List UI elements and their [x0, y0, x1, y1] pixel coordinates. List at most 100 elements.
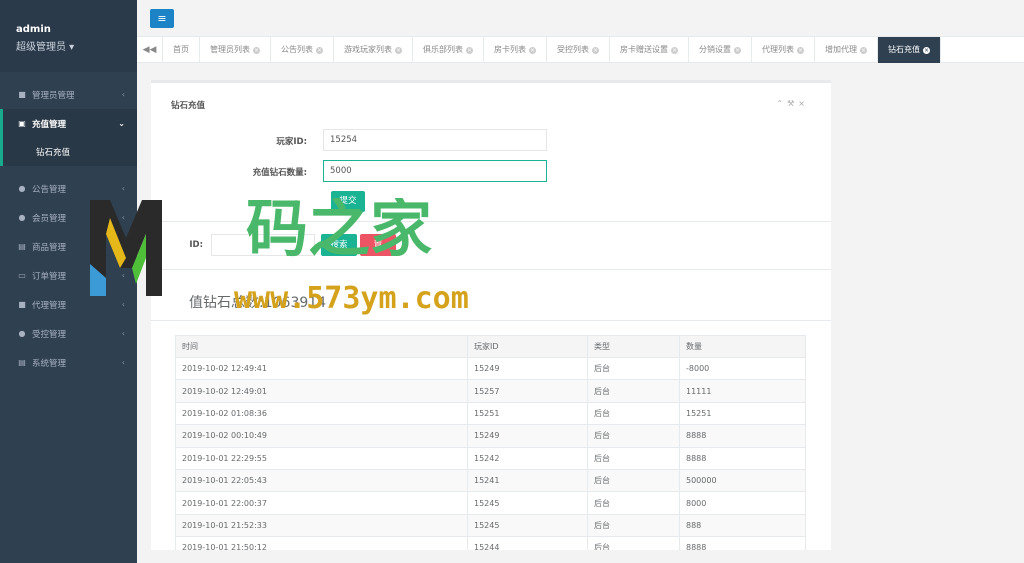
tab-agent-list[interactable]: 代理列表 ×: [752, 37, 815, 63]
tab-club-list[interactable]: 俱乐部列表 ×: [413, 37, 484, 63]
sidebar-item-member[interactable]: ● 会员管理 ‹: [0, 203, 137, 232]
cell-time: 2019-10-02 00:10:49: [175, 424, 468, 448]
cell-time: 2019-10-01 21:52:33: [175, 513, 468, 538]
cell-amount: 500000: [679, 468, 806, 493]
cell-time: 2019-10-01 21:50:12: [175, 536, 468, 550]
tab-scroll-left-button[interactable]: ◀◀: [137, 37, 163, 63]
table-row: 2019-10-01 21:50:12 15244 后台 8888: [175, 536, 806, 550]
close-icon[interactable]: ×: [671, 47, 678, 54]
close-icon[interactable]: ×: [395, 47, 402, 54]
cell-time: 2019-10-01 22:00:37: [175, 491, 468, 515]
sidebar-subitem-diamond-recharge[interactable]: 钻石充值: [0, 138, 137, 166]
cell-player-id: 15245: [467, 513, 588, 538]
tab-control-list[interactable]: 受控列表 ×: [547, 37, 610, 63]
divider: [151, 269, 831, 270]
table-row: 2019-10-02 01:08:36 15251 后台 15251: [175, 401, 806, 426]
sidebar-item-label: 管理员管理: [32, 90, 75, 101]
cell-player-id: 15241: [467, 468, 588, 493]
hamburger-icon: ≡: [157, 12, 167, 25]
collapse-icon[interactable]: ⌃: [776, 99, 787, 108]
sidebar-item-label: 订单管理: [32, 271, 67, 282]
tab-home[interactable]: 首页: [163, 37, 200, 63]
tab-label: 俱乐部列表: [423, 45, 463, 54]
player-id-input[interactable]: 15254: [323, 129, 547, 151]
chevron-left-icon: ‹: [121, 213, 125, 222]
table-row: 2019-10-02 12:49:01 15257 后台 11111: [175, 379, 806, 403]
tab-admin-list[interactable]: 管理员列表 ×: [200, 37, 271, 63]
chevron-left-icon: ‹: [121, 271, 125, 280]
card-icon: ▭: [18, 271, 26, 280]
tab-label: 游戏玩家列表: [344, 45, 392, 54]
menu-toggle-button[interactable]: ≡: [150, 9, 174, 28]
close-icon[interactable]: ×: [860, 47, 867, 54]
sidebar-item-label: 商品管理: [32, 242, 67, 253]
close-icon[interactable]: ×: [734, 47, 741, 54]
sidebar-item-label: 系统管理: [32, 358, 67, 369]
tab-card-gift-settings[interactable]: 房卡赠送设置 ×: [610, 37, 689, 63]
close-icon[interactable]: ×: [798, 99, 809, 108]
user-role-dropdown[interactable]: 超级管理员 ▾: [16, 38, 137, 53]
recharge-panel: 钻石充值 ⌃⚒× 玩家ID: 15254 充值钻石数量: 5000 提交 ID:…: [151, 80, 831, 550]
sidebar-item-goods[interactable]: ▤ 商品管理 ‹: [0, 232, 137, 261]
diamond-total: 值钻石总数:1063914: [189, 295, 327, 311]
cell-player-id: 15257: [467, 379, 588, 403]
search-button[interactable]: 搜索: [321, 234, 357, 256]
sidebar-item-label: 公告管理: [32, 184, 67, 195]
cell-time: 2019-10-02 12:49:01: [175, 379, 468, 403]
column-header-player-id: 玩家ID: [467, 335, 588, 358]
tab-label: 增加代理: [825, 45, 857, 54]
cell-type: 后台: [587, 356, 680, 381]
cell-amount: 11111: [679, 379, 806, 403]
sidebar: admin 超级管理员 ▾ ■ 管理员管理 ‹ ▣ 充值管理 ⌄ 钻石充值 ● …: [0, 0, 137, 563]
column-header-type: 类型: [587, 335, 680, 358]
table-row: 2019-10-01 22:29:55 15242 后台 8888: [175, 446, 806, 470]
sidebar-item-control[interactable]: ● 受控管理 ‹: [0, 319, 137, 348]
close-icon[interactable]: ×: [592, 47, 599, 54]
amount-label: 充值钻石数量:: [252, 168, 307, 178]
tab-label: 代理列表: [762, 45, 794, 54]
tab-label: 受控列表: [557, 45, 589, 54]
cell-player-id: 15244: [467, 536, 588, 550]
tab-diamond-recharge[interactable]: 钻石充值 ×: [878, 37, 941, 63]
cell-type: 后台: [587, 536, 680, 550]
search-id-input[interactable]: [211, 234, 315, 256]
close-icon[interactable]: ×: [253, 47, 260, 54]
sidebar-item-system[interactable]: ▤ 系统管理 ‹: [0, 348, 137, 377]
table-row: 2019-10-02 00:10:49 15249 后台 8888: [175, 424, 806, 448]
money-icon: ▣: [18, 119, 26, 128]
tab-distribution-settings[interactable]: 分销设置 ×: [689, 37, 752, 63]
table-row: 2019-10-01 22:00:37 15245 后台 8000: [175, 491, 806, 515]
tab-notice-list[interactable]: 公告列表 ×: [271, 37, 334, 63]
tab-card-list[interactable]: 房卡列表 ×: [484, 37, 547, 63]
sidebar-item-agent[interactable]: ■ 代理管理 ‹: [0, 290, 137, 319]
sidebar-item-admin[interactable]: ■ 管理员管理 ‹: [0, 80, 137, 109]
sidebar-item-order[interactable]: ▭ 订单管理 ‹: [0, 261, 137, 290]
submit-button[interactable]: 提交: [331, 191, 365, 212]
diamond-amount-input[interactable]: 5000: [323, 160, 547, 182]
close-icon[interactable]: ×: [923, 47, 930, 54]
reset-button[interactable]: 置: [360, 234, 396, 256]
chevron-left-icon: ‹: [121, 242, 125, 251]
close-icon[interactable]: ×: [316, 47, 323, 54]
close-icon[interactable]: ×: [529, 47, 536, 54]
user-profile: admin 超级管理员 ▾: [0, 0, 137, 72]
tab-add-agent[interactable]: 增加代理 ×: [815, 37, 878, 63]
chevron-left-icon: ‹: [121, 90, 125, 99]
sidebar-item-notice[interactable]: ● 公告管理 ‹: [0, 174, 137, 203]
table-header-row: 时间 玩家ID 类型 数量: [175, 335, 806, 358]
tab-player-list[interactable]: 游戏玩家列表 ×: [334, 37, 413, 63]
close-icon[interactable]: ×: [797, 47, 804, 54]
table-row: 2019-10-02 12:49:41 15249 后台 -8000: [175, 356, 806, 381]
tab-label: 公告列表: [281, 45, 313, 54]
close-icon[interactable]: ×: [466, 47, 473, 54]
panel-tools: ⌃⚒×: [776, 99, 809, 108]
top-bar: ≡: [137, 0, 1024, 37]
wrench-icon[interactable]: ⚒: [787, 99, 798, 108]
user-icon: ●: [18, 213, 26, 222]
search-id-label: ID:: [189, 240, 203, 250]
chevron-down-icon: ⌄: [118, 119, 125, 128]
sidebar-item-label: 会员管理: [32, 213, 67, 224]
table-row: 2019-10-01 22:05:43 15241 后台 500000: [175, 468, 806, 493]
cell-type: 后台: [587, 446, 680, 470]
sidebar-item-recharge[interactable]: ▣ 充值管理 ⌄: [0, 109, 137, 138]
